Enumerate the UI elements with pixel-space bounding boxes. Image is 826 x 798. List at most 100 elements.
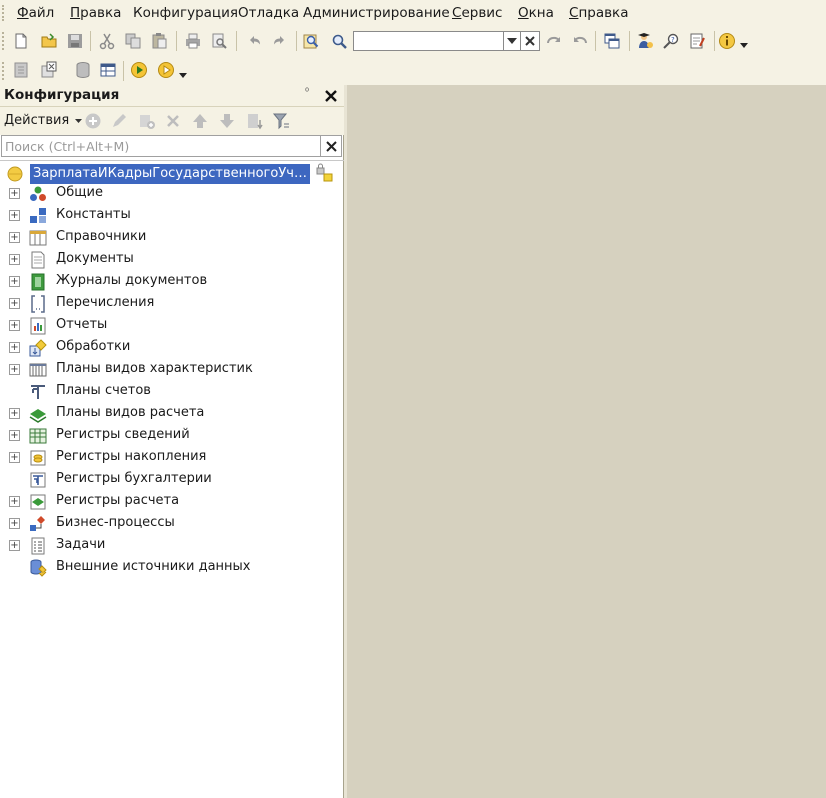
- info-icon[interactable]: [716, 30, 738, 52]
- panel-search-input[interactable]: [2, 136, 320, 156]
- menu-help[interactable]: Справка: [569, 4, 629, 22]
- chevron-down-icon: [740, 42, 748, 48]
- expand-icon[interactable]: +: [9, 518, 20, 529]
- move-down-icon[interactable]: [216, 110, 238, 132]
- toolbar-overflow-button[interactable]: [738, 34, 750, 56]
- chevron-down-icon: [179, 72, 187, 78]
- tree-item-business-processes[interactable]: + Бизнес-процессы: [0, 513, 344, 535]
- panel-search-field[interactable]: [1, 135, 321, 157]
- expand-icon[interactable]: +: [9, 232, 20, 243]
- cut-icon[interactable]: [96, 30, 118, 52]
- tree-item-common[interactable]: + Общие: [0, 183, 344, 205]
- tree-item-characteristic-types[interactable]: + Планы видов характеристик: [0, 359, 344, 381]
- tree-item-accumulation-registers[interactable]: + Регистры накопления: [0, 447, 344, 469]
- calculation-registers-icon: [30, 494, 46, 510]
- close-icon: [325, 90, 337, 102]
- tree-item-external-data-sources[interactable]: Внешние источники данных: [0, 557, 344, 579]
- pin-icon[interactable]: ⁰: [305, 87, 309, 98]
- toolbar-separator: [296, 31, 297, 51]
- search-icon[interactable]: [328, 30, 350, 52]
- database-icon[interactable]: [72, 59, 94, 81]
- tree-item-reports[interactable]: + Отчеты: [0, 315, 344, 337]
- print-icon[interactable]: [182, 30, 204, 52]
- open-configuration-icon[interactable]: [634, 30, 656, 52]
- find-previous-icon[interactable]: [569, 30, 591, 52]
- window-icon[interactable]: [601, 30, 623, 52]
- menu-windows[interactable]: Окна: [518, 4, 554, 22]
- tree-root[interactable]: ЗарплатаИКадрыГосударственногоУчреждения: [0, 163, 344, 184]
- compare-icon[interactable]: [38, 59, 60, 81]
- expand-icon[interactable]: +: [9, 276, 20, 287]
- expand-icon[interactable]: +: [9, 496, 20, 507]
- table-icon[interactable]: [97, 59, 119, 81]
- open-icon[interactable]: [38, 30, 60, 52]
- toolbar-separator: [629, 31, 630, 51]
- menu-file[interactable]: Файл: [17, 4, 54, 22]
- combo-dropdown-button[interactable]: [504, 31, 521, 51]
- add-icon[interactable]: [82, 110, 104, 132]
- redo-icon[interactable]: [268, 30, 290, 52]
- expand-icon[interactable]: +: [9, 540, 20, 551]
- toolbar-grip[interactable]: [2, 32, 6, 50]
- menu-grip[interactable]: [2, 5, 6, 21]
- tree-item-information-registers[interactable]: + Регистры сведений: [0, 425, 344, 447]
- standard-toolbar-right: ?: [540, 26, 826, 56]
- toolbar-search-input[interactable]: [353, 31, 504, 51]
- tree-item-constants[interactable]: + Константы: [0, 205, 344, 227]
- tree-item-accounting-registers[interactable]: Регистры бухгалтерии: [0, 469, 344, 491]
- business-processes-icon: [30, 516, 45, 531]
- panel-header: Конфигурация ⁰: [0, 85, 344, 107]
- toolbar-grip[interactable]: [2, 62, 6, 80]
- find-next-icon[interactable]: [543, 30, 565, 52]
- copy-item-icon[interactable]: [136, 110, 158, 132]
- expand-icon[interactable]: +: [9, 320, 20, 331]
- menu-administration[interactable]: Администрирование: [303, 4, 450, 22]
- tree-item-catalogs[interactable]: + Справочники: [0, 227, 344, 249]
- copy-icon[interactable]: [122, 30, 144, 52]
- expand-icon[interactable]: +: [9, 254, 20, 265]
- edit-icon[interactable]: [108, 110, 130, 132]
- save-icon[interactable]: [64, 30, 86, 52]
- undo-icon[interactable]: [244, 30, 266, 52]
- expand-icon[interactable]: +: [9, 408, 20, 419]
- menu-edit[interactable]: Правка: [70, 4, 121, 22]
- expand-icon[interactable]: +: [9, 188, 20, 199]
- new-document-icon[interactable]: [10, 30, 32, 52]
- filter-icon[interactable]: [270, 110, 292, 132]
- module-icon[interactable]: [10, 59, 32, 81]
- move-up-icon[interactable]: [189, 110, 211, 132]
- tree-item-calculation-registers[interactable]: + Регистры расчета: [0, 491, 344, 513]
- combo-clear-button[interactable]: [521, 31, 540, 51]
- tree-item-documents[interactable]: + Документы: [0, 249, 344, 271]
- toolbar-separator: [176, 31, 177, 51]
- expand-icon[interactable]: +: [9, 430, 20, 441]
- delete-icon[interactable]: [162, 110, 184, 132]
- common-icon: [30, 186, 46, 201]
- menu-debug[interactable]: Отладка: [238, 4, 299, 22]
- expand-icon[interactable]: +: [9, 342, 20, 353]
- actions-menu-button[interactable]: Действия: [4, 113, 83, 128]
- tree-item-calculation-types[interactable]: + Планы видов расчета: [0, 403, 344, 425]
- tree-item-chart-of-accounts[interactable]: Планы счетов: [0, 381, 344, 403]
- tree-item-tasks[interactable]: + Задачи: [0, 535, 344, 557]
- print-preview-icon[interactable]: [208, 30, 230, 52]
- tree-item-enums[interactable]: + Перечисления: [0, 293, 344, 315]
- expand-icon[interactable]: +: [9, 298, 20, 309]
- start-debugging-icon[interactable]: [128, 59, 150, 81]
- find-icon[interactable]: [300, 30, 322, 52]
- menu-configuration[interactable]: Конфигурация: [133, 4, 238, 22]
- paste-icon[interactable]: [148, 30, 170, 52]
- panel-search-clear-button[interactable]: [321, 135, 342, 157]
- edit-icon[interactable]: [686, 30, 708, 52]
- expand-icon[interactable]: +: [9, 364, 20, 375]
- toolbar-overflow-button[interactable]: [177, 64, 189, 86]
- expand-icon[interactable]: +: [9, 452, 20, 463]
- syntax-assistant-icon[interactable]: ?: [660, 30, 682, 52]
- panel-close-button[interactable]: [321, 86, 341, 106]
- menu-service[interactable]: Сервис: [452, 4, 502, 22]
- expand-icon[interactable]: +: [9, 210, 20, 221]
- run-enterprise-icon[interactable]: [155, 59, 177, 81]
- tree-item-document-journals[interactable]: + Журналы документов: [0, 271, 344, 293]
- tree-item-data-processors[interactable]: + Обработки: [0, 337, 344, 359]
- sort-icon[interactable]: [243, 110, 265, 132]
